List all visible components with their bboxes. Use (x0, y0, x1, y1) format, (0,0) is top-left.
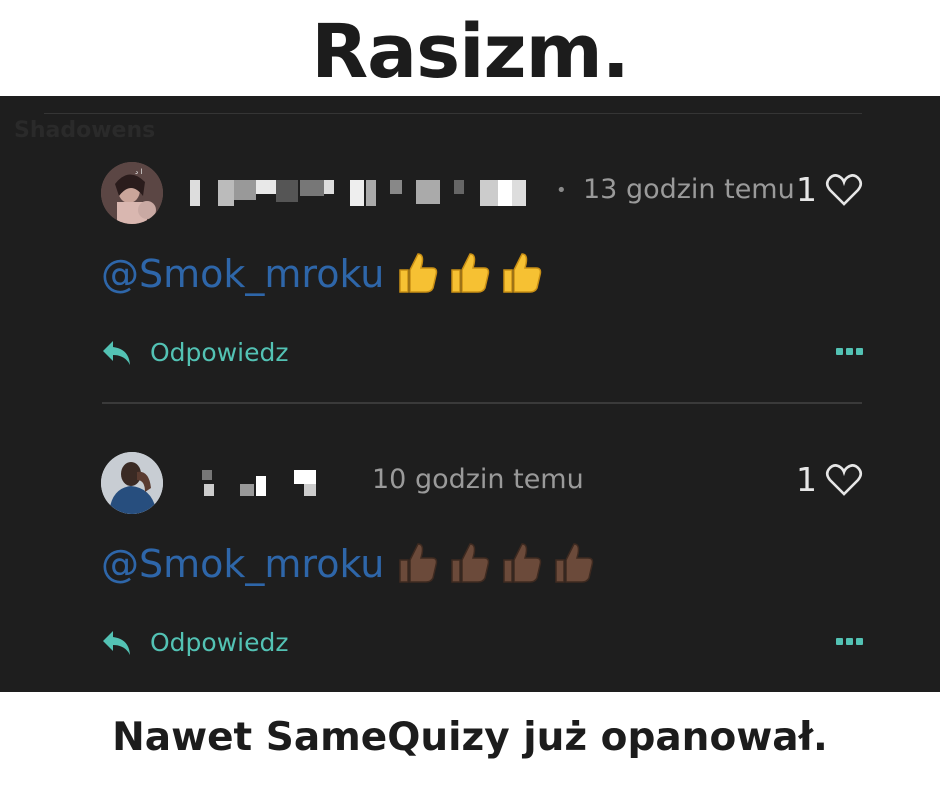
meme-title: Rasizm. (311, 9, 630, 95)
username-pixelated[interactable] (190, 180, 540, 206)
username-pixelated[interactable] (190, 470, 340, 496)
heart-icon[interactable] (825, 463, 863, 497)
thumbs-up-icon (399, 253, 438, 293)
reply-button[interactable]: Odpowiedz (101, 338, 288, 367)
thumbs-up-icon (451, 253, 490, 293)
reply-button[interactable]: Odpowiedz (101, 628, 288, 657)
thumbs-up-icon (399, 543, 438, 583)
avatar[interactable] (101, 452, 163, 514)
reply-arrow-icon (103, 630, 130, 655)
timestamp: 10 godzin temu (372, 464, 584, 495)
more-options-icon[interactable] (836, 348, 864, 358)
like-count: 1 (796, 170, 817, 209)
comment-1: ا د • 13 godzin temu 1 @Smok_mroku Odpow… (0, 96, 940, 386)
timestamp: 13 godzin temu (583, 174, 795, 205)
mention-link[interactable]: @Smok_mroku (101, 542, 384, 586)
reply-label: Odpowiedz (150, 338, 289, 367)
svg-text:ا د: ا د (135, 168, 142, 176)
more-options-icon[interactable] (836, 638, 864, 648)
reply-arrow-icon (103, 340, 130, 365)
thumbs-up-icon (451, 543, 490, 583)
thumbs-up-icon (503, 543, 542, 583)
meme-caption: Nawet SameQuizy już opanował. (112, 715, 828, 760)
comment-2: 10 godzin temu 1 @Smok_mroku Odpowiedz (0, 386, 940, 676)
like-count: 1 (796, 460, 817, 499)
separator-dot: • (556, 180, 567, 201)
avatar[interactable]: ا د (101, 162, 163, 224)
emoji-row (394, 248, 544, 296)
thumbs-up-icon (503, 253, 542, 293)
mention-link[interactable]: @Smok_mroku (101, 252, 384, 296)
thumbs-up-icon (555, 543, 594, 583)
heart-icon[interactable] (825, 173, 863, 207)
comments-screenshot: Shadowens ا د • 13 godzin temu 1 @Smok_m… (0, 96, 940, 692)
emoji-row (394, 538, 596, 586)
reply-label: Odpowiedz (150, 628, 289, 657)
